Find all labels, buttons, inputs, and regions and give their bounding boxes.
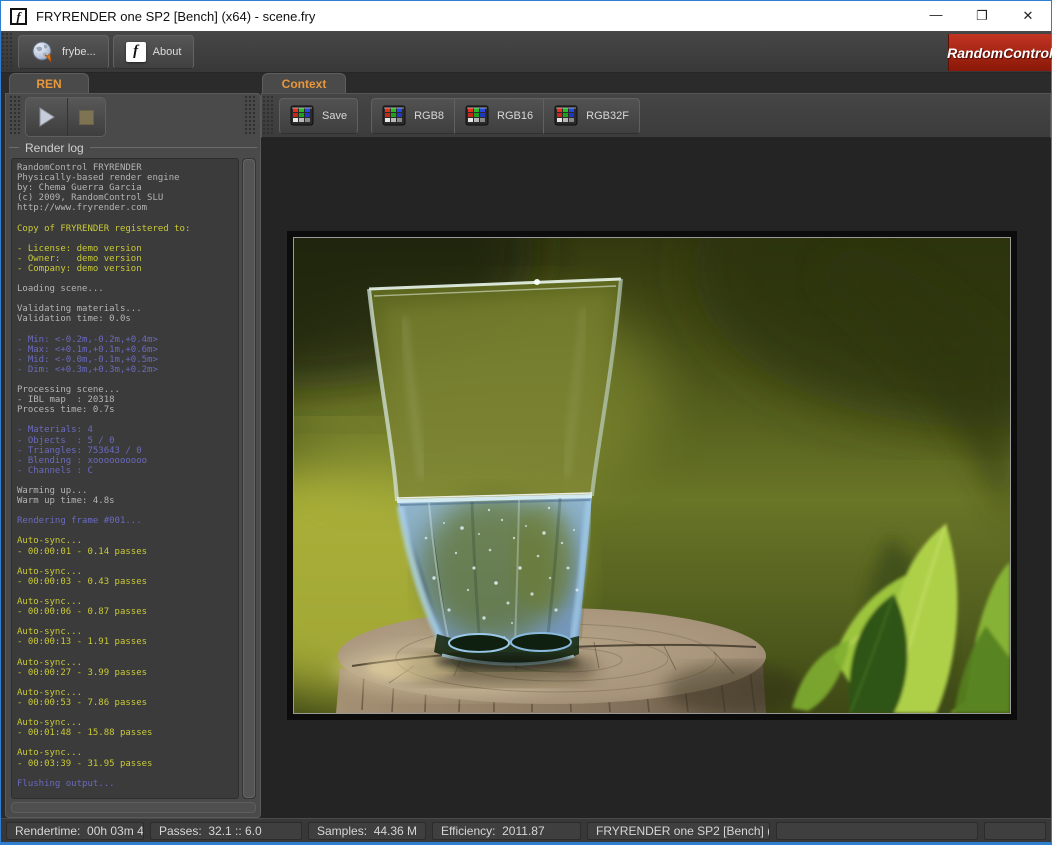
status-empty-2 bbox=[984, 822, 1046, 840]
rendered-image-frame bbox=[287, 231, 1017, 720]
tab-ren-label: REN bbox=[36, 77, 61, 91]
stop-icon bbox=[79, 110, 94, 125]
transport-grip-right bbox=[245, 96, 256, 136]
render-log-label: Render log bbox=[25, 141, 84, 155]
maximize-icon: ❐ bbox=[976, 8, 988, 24]
rgb16-label: RGB16 bbox=[497, 110, 533, 122]
close-icon: ✕ bbox=[1023, 8, 1034, 24]
status-efficiency: Efficiency: 2011.87 bbox=[432, 822, 581, 840]
globe-icon bbox=[31, 40, 55, 64]
log-vscroll-thumb[interactable] bbox=[243, 159, 255, 798]
toolbar-grip bbox=[2, 33, 13, 70]
main-toolbar: frybe... f About RandomControl bbox=[1, 31, 1051, 73]
context-toolbar-grip bbox=[263, 96, 274, 134]
frybench-button[interactable]: frybe... bbox=[18, 35, 109, 69]
status-rendertime: Rendertime: 00h 03m 40s bbox=[6, 822, 144, 840]
minimize-button[interactable]: — bbox=[913, 1, 959, 31]
render-canvas bbox=[261, 138, 1051, 818]
rgb-palette-icon bbox=[382, 105, 406, 127]
status-appname: FRYRENDER one SP2 [Bench] (x64) bbox=[587, 822, 770, 840]
tab-context[interactable]: Context bbox=[262, 73, 346, 93]
play-icon bbox=[37, 106, 57, 128]
close-button[interactable]: ✕ bbox=[1005, 1, 1051, 31]
transport-grip-left bbox=[10, 96, 21, 136]
about-label: About bbox=[153, 46, 182, 58]
rgb8-label: RGB8 bbox=[414, 110, 444, 122]
app-window: f FRYRENDER one SP2 [Bench] (x64) - scen… bbox=[0, 0, 1052, 845]
fryrender-f-icon: f bbox=[126, 42, 146, 62]
tab-context-label: Context bbox=[282, 77, 327, 91]
render-log-console[interactable]: RandomControl FRYRENDERPhysically-based … bbox=[11, 158, 239, 799]
tab-ren[interactable]: REN bbox=[9, 73, 89, 93]
render-stop-button[interactable] bbox=[67, 98, 105, 136]
rgb8-button[interactable]: RGB8 bbox=[371, 98, 455, 134]
maximize-button[interactable]: ❐ bbox=[959, 1, 1005, 31]
status-passes: Passes: 32.1 :: 6.0 bbox=[150, 822, 302, 840]
rgb32f-label: RGB32F bbox=[586, 110, 629, 122]
status-empty-1 bbox=[776, 822, 978, 840]
rgb-palette-icon bbox=[465, 105, 489, 127]
window-title: FRYRENDER one SP2 [Bench] (x64) - scene.… bbox=[36, 9, 913, 24]
titlebar: f FRYRENDER one SP2 [Bench] (x64) - scen… bbox=[1, 1, 1051, 31]
frybench-label: frybe... bbox=[62, 46, 96, 58]
about-button[interactable]: f About bbox=[113, 35, 195, 69]
rgb16-button[interactable]: RGB16 bbox=[454, 98, 544, 134]
context-toolbar: Save RGB8 RGB16 RGB32F bbox=[261, 93, 1051, 138]
randomcontrol-logo: RandomControl bbox=[948, 34, 1051, 71]
rendered-image bbox=[294, 238, 1010, 713]
save-label: Save bbox=[322, 110, 347, 122]
status-samples: Samples: 44.36 M bbox=[308, 822, 426, 840]
minimize-icon: — bbox=[930, 7, 943, 22]
statusbar: Rendertime: 00h 03m 40s Passes: 32.1 :: … bbox=[1, 818, 1051, 842]
render-panel: Render log RandomControl FRYRENDERPhysic… bbox=[5, 93, 261, 818]
app-icon: f bbox=[10, 8, 27, 25]
rgb32f-button[interactable]: RGB32F bbox=[543, 98, 640, 134]
rgb32f-label-icon bbox=[554, 105, 578, 127]
log-horizontal-scrollbar[interactable] bbox=[11, 802, 256, 813]
rgb-palette-icon bbox=[290, 105, 314, 127]
save-button[interactable]: Save bbox=[279, 98, 358, 134]
render-start-button[interactable] bbox=[26, 98, 67, 136]
log-vertical-scrollbar[interactable] bbox=[242, 158, 256, 799]
